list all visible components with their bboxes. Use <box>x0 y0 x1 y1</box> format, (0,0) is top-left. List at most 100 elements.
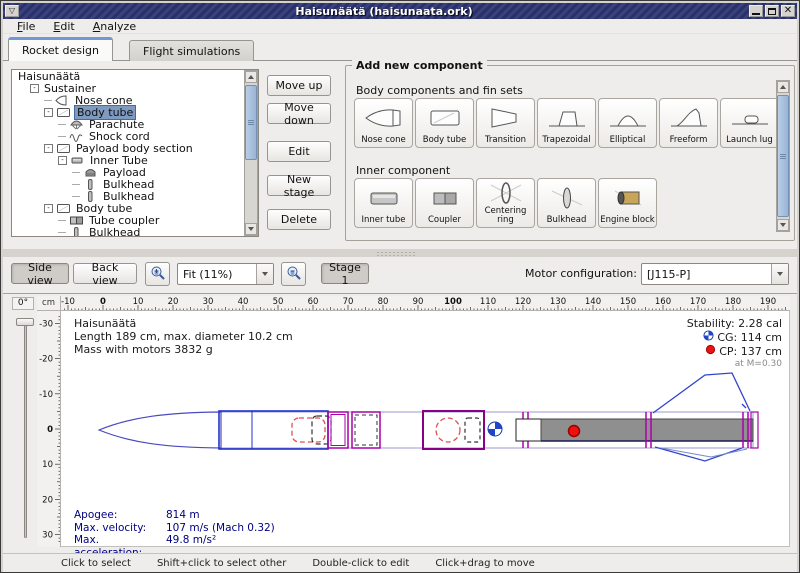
component-button-label: Launch lug <box>726 136 773 145</box>
svg-text:110: 110 <box>480 297 496 307</box>
move-up-button[interactable]: Move up <box>267 75 331 96</box>
new-stage-button[interactable]: New stage <box>267 175 331 196</box>
expander-icon[interactable]: - <box>30 84 39 93</box>
zoom-out-button[interactable] <box>281 262 306 286</box>
expander-icon[interactable]: - <box>44 204 53 213</box>
tree-row[interactable]: Haisunäätä <box>12 70 258 82</box>
tree-row[interactable]: Payload <box>12 166 258 178</box>
hint-double-click-to-edit: Double-click to edit <box>312 558 409 569</box>
svg-text:140: 140 <box>585 297 601 307</box>
tree-row[interactable]: -Body tube <box>12 202 258 214</box>
add-elliptical-button[interactable]: Elliptical <box>598 98 657 148</box>
statusbar: Click to selectShift+click to select oth… <box>3 553 797 572</box>
cg-marker <box>488 422 502 436</box>
scroll-down-icon[interactable] <box>777 219 789 231</box>
window-menu-icon[interactable]: ▽ <box>5 5 19 17</box>
rotation-slider-handle[interactable] <box>16 318 34 326</box>
svg-text:160: 160 <box>655 297 671 307</box>
tree-item-bulkhead[interactable]: Bulkhead <box>87 226 142 238</box>
chevron-down-icon[interactable] <box>256 264 273 284</box>
svg-text:30: 30 <box>203 297 214 307</box>
tree-connector <box>72 172 80 173</box>
add-trapezoidal-button[interactable]: Trapezoidal <box>537 98 596 148</box>
component-button-label: Trapezoidal <box>542 136 590 145</box>
menu-file[interactable]: File <box>9 19 43 34</box>
tree-row[interactable]: Bulkhead <box>12 190 258 202</box>
component-tree[interactable]: Haisunäätä-SustainerNose cone-Body tubeP… <box>11 69 259 237</box>
tree-scrollbar[interactable] <box>244 70 258 236</box>
tree-row[interactable]: -Sustainer <box>12 82 258 94</box>
rocket-diagram-panel: 0° cm -100102030405060708090100110120130… <box>3 293 797 553</box>
stage-1-toggle[interactable]: Stage 1 <box>321 263 369 284</box>
bulkhead-icon <box>83 179 98 190</box>
parachute-icon <box>69 119 84 130</box>
tree-row[interactable]: -Payload body section <box>12 142 258 154</box>
add-launch-lug-button[interactable]: Launch lug <box>720 98 779 148</box>
add-component-title: Add new component <box>352 59 487 72</box>
tree-row[interactable]: Tube coupler <box>12 214 258 226</box>
menubar: FileEditAnalyze <box>3 19 797 34</box>
add-transition-button[interactable]: Transition <box>476 98 535 148</box>
close-button[interactable]: ✕ <box>781 5 795 17</box>
scroll-down-icon[interactable] <box>245 223 257 235</box>
add-body-tube-button[interactable]: Body tube <box>415 98 474 148</box>
back-view-button[interactable]: Back view <box>73 263 137 284</box>
add-centering-ring-button[interactable]: Centering ring <box>476 178 535 228</box>
tree-row[interactable]: -Inner Tube <box>12 154 258 166</box>
launch-lug-icon <box>729 99 771 136</box>
maximize-button[interactable] <box>765 5 779 17</box>
add-bulkhead-button[interactable]: Bulkhead <box>537 178 596 228</box>
ruler-unit-label: cm <box>37 296 61 311</box>
svg-text:170: 170 <box>690 297 706 307</box>
scroll-up-icon[interactable] <box>777 81 789 93</box>
move-down-button[interactable]: Move down <box>267 103 331 124</box>
component-scrollbar[interactable] <box>776 80 790 232</box>
section-body-components-label: Body components and fin sets <box>356 84 523 97</box>
expander-icon[interactable]: - <box>58 156 67 165</box>
design-top-panel: Haisunäätä-SustainerNose cone-Body tubeP… <box>3 61 797 249</box>
add-inner-tube-button[interactable]: Inner tube <box>354 178 413 228</box>
expander-icon[interactable]: - <box>44 144 53 153</box>
rotation-slider-track[interactable] <box>24 320 27 538</box>
engine-block-icon <box>607 179 649 216</box>
menu-edit[interactable]: Edit <box>45 19 82 34</box>
inner-tube-icon <box>70 155 85 166</box>
cp-marker <box>569 426 580 437</box>
component-scrollbar-thumb[interactable] <box>777 95 789 217</box>
tab-flight-simulations[interactable]: Flight simulations <box>129 40 254 61</box>
component-button-label: Centering ring <box>477 207 534 225</box>
menu-analyze[interactable]: Analyze <box>85 19 144 34</box>
delete-button[interactable]: Delete <box>267 209 331 230</box>
tree-row[interactable]: Bulkhead <box>12 178 258 190</box>
component-button-label: Nose cone <box>361 136 405 145</box>
svg-text:-10: -10 <box>39 390 53 400</box>
tab-rocket-design[interactable]: Rocket design <box>8 37 113 61</box>
tree-row[interactable]: Shock cord <box>12 130 258 142</box>
add-freeform-button[interactable]: Freeform <box>659 98 718 148</box>
minimize-button[interactable] <box>749 5 763 17</box>
svg-text:100: 100 <box>444 297 462 307</box>
add-coupler-button[interactable]: Coupler <box>415 178 474 228</box>
tree-row[interactable]: Parachute <box>12 118 258 130</box>
hint-click-to-select: Click to select <box>61 558 131 569</box>
chevron-down-icon[interactable] <box>771 264 788 284</box>
add-component-group: Add new component Body components and fi… <box>345 65 795 241</box>
tree-connector <box>44 100 52 101</box>
design-canvas[interactable]: Haisunäätä Length 189 cm, max. diameter … <box>61 311 790 547</box>
expander-icon[interactable]: - <box>44 108 53 117</box>
tree-scrollbar-thumb[interactable] <box>245 85 257 160</box>
side-view-button[interactable]: Side view <box>11 263 69 284</box>
edit-button[interactable]: Edit <box>267 141 331 162</box>
scroll-up-icon[interactable] <box>245 71 257 83</box>
titlebar[interactable]: ▽ Haisunäätä (haisunaata.ork) ✕ <box>3 3 797 19</box>
tree-row[interactable]: Bulkhead <box>12 226 258 237</box>
zoom-level-select[interactable]: Fit (11%) <box>177 263 274 285</box>
stability-mach-note: at M=0.30 <box>687 358 782 371</box>
bulkhead-icon <box>69 227 84 238</box>
tree-row[interactable]: -Body tube <box>12 106 258 118</box>
add-nose-cone-button[interactable]: Nose cone <box>354 98 413 148</box>
motor-configuration-select[interactable]: [J115-P] <box>641 263 789 285</box>
zoom-in-button[interactable] <box>145 262 170 286</box>
add-engine-block-button[interactable]: Engine block <box>598 178 657 228</box>
svg-text:20: 20 <box>42 495 53 505</box>
